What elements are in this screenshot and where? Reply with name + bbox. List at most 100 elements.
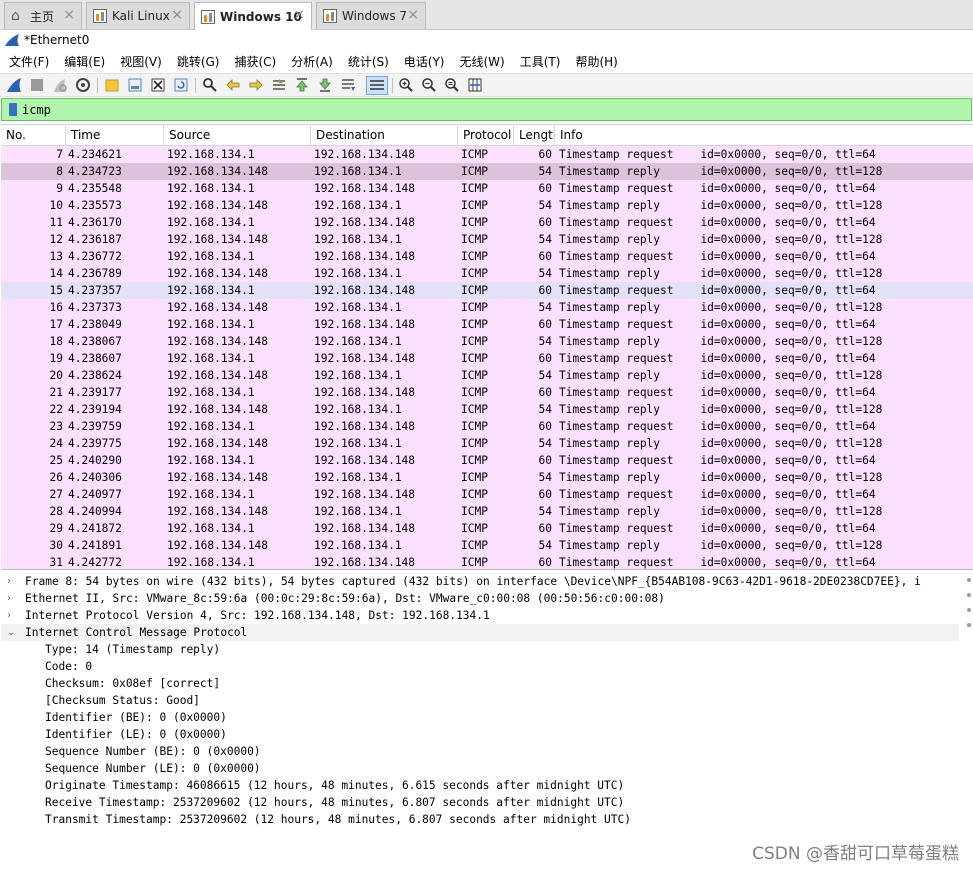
packet-details[interactable]: › Frame 8: 54 bytes on wire (432 bits), 5… <box>1 573 959 871</box>
close-icon[interactable]: × <box>407 7 419 23</box>
restart-capture-icon[interactable] <box>52 77 68 93</box>
packet-length: 60 <box>538 454 552 467</box>
menu-go[interactable]: 跳转(G) <box>177 53 220 70</box>
packet-row[interactable]: 27 4.240977 192.168.134.1 192.168.134.148 IC… <box>1 486 973 503</box>
packet-row[interactable]: 12 4.236187 192.168.134.148 192.168.134.1 IC… <box>1 231 973 248</box>
detail-tree-field[interactable]: [Checksum Status: Good] <box>1 692 959 709</box>
packet-row[interactable]: 16 4.237373 192.168.134.148 192.168.134.1 IC… <box>1 299 973 316</box>
menu-capture[interactable]: 捕获(C) <box>234 53 276 70</box>
start-capture-icon[interactable] <box>6 77 22 93</box>
close-icon[interactable]: × <box>63 7 75 23</box>
packet-row[interactable]: 23 4.239759 192.168.134.1 192.168.134.148 IC… <box>1 418 973 435</box>
resize-columns-icon[interactable] <box>467 77 483 93</box>
packet-row[interactable]: 13 4.236772 192.168.134.1 192.168.134.148 IC… <box>1 248 973 265</box>
capture-options-icon[interactable] <box>75 77 91 93</box>
packet-row[interactable]: 7 4.234621 192.168.134.1 192.168.134.148 ICM… <box>1 146 973 163</box>
detail-tree-field[interactable]: Receive Timestamp: 2537209602 (12 hours,… <box>1 794 959 811</box>
column-header-time[interactable]: Time <box>66 125 164 146</box>
column-header-destination[interactable]: Destination <box>311 125 458 146</box>
packet-row[interactable]: 21 4.239177 192.168.134.1 192.168.134.148 IC… <box>1 384 973 401</box>
auto-scroll-icon[interactable] <box>340 77 356 93</box>
packet-row[interactable]: 24 4.239775 192.168.134.148 192.168.134.1 IC… <box>1 435 973 452</box>
bookmark-icon[interactable] <box>9 103 17 116</box>
zoom-normal-icon[interactable] <box>444 77 460 93</box>
menu-telephony[interactable]: 电话(Y) <box>404 53 445 70</box>
detail-tree-item[interactable]: ⌄ Internet Control Message Protocol <box>1 624 959 641</box>
packet-list-header: No. Time Source Destination Protocol Len… <box>1 125 973 146</box>
menu-help[interactable]: 帮助(H) <box>575 53 617 70</box>
packet-info: Timestamp request id=0x0000, seq=0/0, tt… <box>559 182 876 195</box>
detail-tree-field[interactable]: Identifier (BE): 0 (0x0000) <box>1 709 959 726</box>
column-header-source[interactable]: Source <box>164 125 311 146</box>
display-filter-bar[interactable]: icmp <box>1 98 972 121</box>
menu-view[interactable]: 视图(V) <box>120 53 162 70</box>
menu-wireless[interactable]: 无线(W) <box>460 53 505 70</box>
detail-tree-field[interactable]: Code: 0 <box>1 658 959 675</box>
toolbar-separator <box>195 78 196 93</box>
vm-tab-home[interactable]: ⌂ 主页 × <box>4 2 82 29</box>
vm-tab-windows7[interactable]: Windows 7 × <box>316 2 426 29</box>
detail-tree-item[interactable]: › Frame 8: 54 bytes on wire (432 bits), 5… <box>1 573 959 590</box>
packet-list[interactable]: No. Time Source Destination Protocol Len… <box>1 124 973 570</box>
chevron-right-icon[interactable]: › <box>7 573 19 590</box>
go-to-packet-icon[interactable] <box>271 77 287 93</box>
packet-row[interactable]: 29 4.241872 192.168.134.1 192.168.134.148 IC… <box>1 520 973 537</box>
detail-tree-field[interactable]: Checksum: 0x08ef [correct] <box>1 675 959 692</box>
zoom-in-icon[interactable] <box>398 77 414 93</box>
chevron-right-icon[interactable]: › <box>7 607 19 624</box>
close-file-icon[interactable] <box>150 77 166 93</box>
packet-row[interactable]: 8 4.234723 192.168.134.148 192.168.134.1 ICM… <box>1 163 973 180</box>
column-header-no[interactable]: No. <box>1 125 66 146</box>
menu-statistics[interactable]: 统计(S) <box>348 53 389 70</box>
chevron-down-icon[interactable]: ⌄ <box>7 624 19 641</box>
packet-row[interactable]: 19 4.238607 192.168.134.1 192.168.134.148 IC… <box>1 350 973 367</box>
detail-tree-field[interactable]: Identifier (LE): 0 (0x0000) <box>1 726 959 743</box>
detail-tree-field[interactable]: Type: 14 (Timestamp reply) <box>1 641 959 658</box>
colorize-icon[interactable] <box>366 76 388 95</box>
menu-tools[interactable]: 工具(T) <box>520 53 561 70</box>
detail-tree-item[interactable]: › Internet Protocol Version 4, Src: 192.1… <box>1 607 959 624</box>
go-last-packet-icon[interactable] <box>317 77 333 93</box>
packet-row[interactable]: 14 4.236789 192.168.134.148 192.168.134.1 IC… <box>1 265 973 282</box>
menu-edit[interactable]: 编辑(E) <box>64 53 105 70</box>
close-icon[interactable]: × <box>171 7 183 23</box>
packet-row[interactable]: 20 4.238624 192.168.134.148 192.168.134.1 IC… <box>1 367 973 384</box>
close-icon[interactable]: × <box>293 7 305 23</box>
reload-file-icon[interactable] <box>173 77 189 93</box>
menu-analyze[interactable]: 分析(A) <box>291 53 333 70</box>
packet-row[interactable]: 10 4.235573 192.168.134.148 192.168.134.1 IC… <box>1 197 973 214</box>
packet-row[interactable]: 26 4.240306 192.168.134.148 192.168.134.1 IC… <box>1 469 973 486</box>
go-first-packet-icon[interactable] <box>294 77 310 93</box>
display-filter-input[interactable]: icmp <box>22 103 51 117</box>
packet-row[interactable]: 15 4.237357 192.168.134.1 192.168.134.148 IC… <box>1 282 973 299</box>
packet-row[interactable]: 17 4.238049 192.168.134.1 192.168.134.148 IC… <box>1 316 973 333</box>
packet-no: 23 <box>49 420 63 433</box>
packet-row[interactable]: 25 4.240290 192.168.134.1 192.168.134.148 IC… <box>1 452 973 469</box>
detail-tree-item[interactable]: › Ethernet II, Src: VMware_8c:59:6a (00:0… <box>1 590 959 607</box>
detail-tree-field[interactable]: Sequence Number (BE): 0 (0x0000) <box>1 743 959 760</box>
detail-tree-field[interactable]: Sequence Number (LE): 0 (0x0000) <box>1 760 959 777</box>
packet-row[interactable]: 31 4.242772 192.168.134.1 192.168.134.148 IC… <box>1 554 973 569</box>
stop-capture-icon[interactable] <box>29 77 45 93</box>
column-header-protocol[interactable]: Protocol <box>458 125 514 146</box>
find-packet-icon[interactable] <box>202 77 218 93</box>
vm-tab-windows10[interactable]: Windows 10 × <box>194 2 312 30</box>
go-back-icon[interactable] <box>225 77 241 93</box>
packet-row[interactable]: 22 4.239194 192.168.134.148 192.168.134.1 IC… <box>1 401 973 418</box>
menu-file[interactable]: 文件(F) <box>9 53 49 70</box>
column-header-length[interactable]: Lengtl <box>514 125 555 146</box>
packet-row[interactable]: 28 4.240994 192.168.134.148 192.168.134.1 IC… <box>1 503 973 520</box>
open-file-icon[interactable] <box>104 77 120 93</box>
go-forward-icon[interactable] <box>248 77 264 93</box>
zoom-out-icon[interactable] <box>421 77 437 93</box>
save-file-icon[interactable] <box>127 77 143 93</box>
detail-tree-field[interactable]: Originate Timestamp: 46086615 (12 hours,… <box>1 777 959 794</box>
vm-tab-kali[interactable]: Kali Linux × <box>86 2 190 29</box>
column-header-info[interactable]: Info <box>555 125 973 146</box>
packet-row[interactable]: 18 4.238067 192.168.134.148 192.168.134.1 IC… <box>1 333 973 350</box>
packet-row[interactable]: 9 4.235548 192.168.134.1 192.168.134.148 ICM… <box>1 180 973 197</box>
packet-row[interactable]: 11 4.236170 192.168.134.1 192.168.134.148 IC… <box>1 214 973 231</box>
packet-row[interactable]: 30 4.241891 192.168.134.148 192.168.134.1 IC… <box>1 537 973 554</box>
chevron-right-icon[interactable]: › <box>7 590 19 607</box>
detail-tree-field[interactable]: Transmit Timestamp: 2537209602 (12 hours… <box>1 811 959 828</box>
